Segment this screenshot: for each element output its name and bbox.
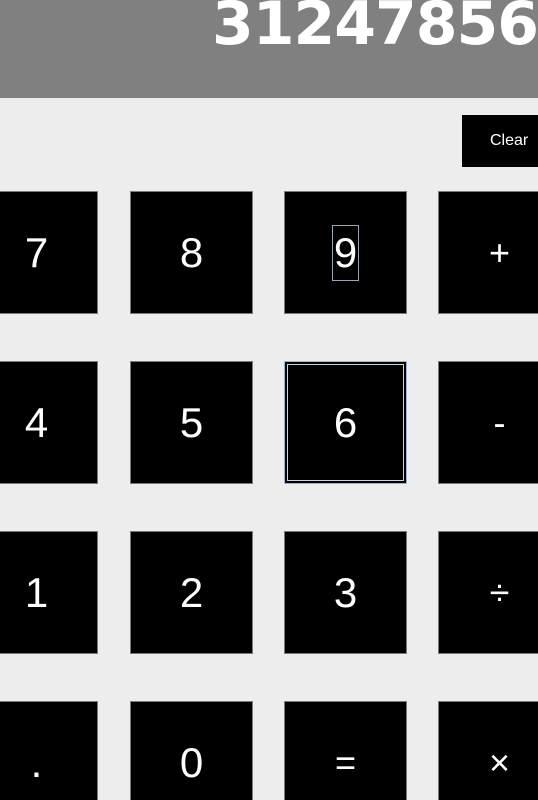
key-label: 4 xyxy=(24,398,49,446)
display-value: 312478569 xyxy=(212,0,538,59)
key-label: + xyxy=(488,231,511,273)
key-label: 2 xyxy=(179,568,204,616)
calculator-window: 312478569 Clear 7 8 9 + 4 5 6 - 1 2 3 ÷ … xyxy=(0,0,538,800)
key-label: 5 xyxy=(179,398,204,446)
key-6[interactable]: 6 xyxy=(284,361,407,484)
key-label: ÷ xyxy=(489,571,510,613)
key-label: - xyxy=(493,401,506,443)
key-multiply[interactable]: × xyxy=(438,701,538,800)
key-label: 7 xyxy=(24,228,49,276)
key-label: × xyxy=(488,741,511,783)
key-divide[interactable]: ÷ xyxy=(438,531,538,654)
key-label: 3 xyxy=(333,568,358,616)
key-label: 6 xyxy=(333,398,358,446)
key-label: 0 xyxy=(179,738,204,786)
key-4[interactable]: 4 xyxy=(0,361,98,484)
key-plus[interactable]: + xyxy=(438,191,538,314)
key-9[interactable]: 9 xyxy=(284,191,407,314)
key-label: 9 xyxy=(331,224,360,281)
key-decimal[interactable]: . xyxy=(0,701,98,800)
key-8[interactable]: 8 xyxy=(130,191,253,314)
key-0[interactable]: 0 xyxy=(130,701,253,800)
key-3[interactable]: 3 xyxy=(284,531,407,654)
key-label: . xyxy=(30,738,43,786)
key-minus[interactable]: - xyxy=(438,361,538,484)
key-label: = xyxy=(334,741,357,783)
key-equals[interactable]: = xyxy=(284,701,407,800)
clear-button[interactable]: Clear xyxy=(462,115,538,167)
key-5[interactable]: 5 xyxy=(130,361,253,484)
result-display: 312478569 xyxy=(0,0,538,98)
key-7[interactable]: 7 xyxy=(0,191,98,314)
key-1[interactable]: 1 xyxy=(0,531,98,654)
key-2[interactable]: 2 xyxy=(130,531,253,654)
key-label: 8 xyxy=(179,228,204,276)
key-label: 1 xyxy=(24,568,49,616)
